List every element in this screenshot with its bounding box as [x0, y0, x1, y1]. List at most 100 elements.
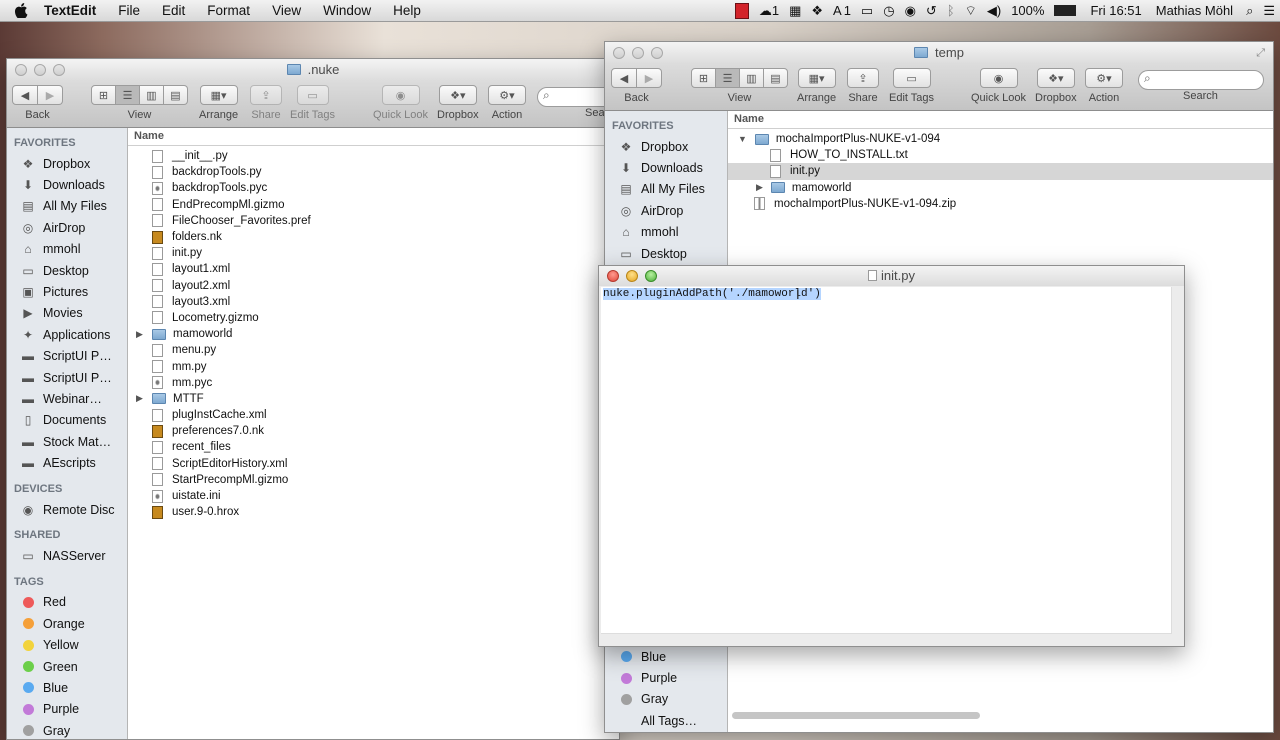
list-item[interactable]: mm.pyc — [128, 375, 619, 391]
list-item-selected[interactable]: init.py — [728, 163, 1273, 180]
zoom-button[interactable] — [53, 64, 65, 76]
share-button[interactable]: ⇪ — [250, 85, 282, 105]
list-item[interactable]: preferences7.0.nk — [128, 423, 619, 439]
notification-center-icon[interactable]: ☰ — [1263, 3, 1275, 19]
list-item[interactable]: mm.py — [128, 358, 619, 374]
battery-icon[interactable] — [1054, 5, 1077, 16]
sidebar-item[interactable]: ▤ All My Files — [605, 179, 727, 200]
sidebar-item[interactable]: ▬ AEscripts — [7, 452, 127, 473]
sidebar-item[interactable]: ▯ Documents — [7, 410, 127, 431]
window-titlebar[interactable]: .nuke — [7, 59, 619, 81]
list-item[interactable]: ▶ mamoworld — [728, 180, 1273, 196]
eye-icon[interactable]: ◉ — [905, 3, 916, 19]
icon-view-button[interactable]: ⊞ — [691, 68, 716, 88]
sidebar-item[interactable]: ▭ Desktop — [605, 243, 727, 264]
dropbox-toolbar-button[interactable]: ❖▾ — [1036, 68, 1075, 88]
sidebar-item[interactable]: ▬ Webinar… — [7, 388, 127, 409]
edit-tags-button[interactable]: ▭ — [892, 68, 931, 88]
grid-icon[interactable]: ▦ — [789, 3, 801, 19]
sidebar-item[interactable]: ⬇ Downloads — [7, 174, 127, 195]
battery-percent[interactable]: 100% — [1011, 3, 1044, 18]
screen-icon[interactable]: ▭ — [861, 3, 873, 19]
spotlight-icon[interactable]: ⌕ — [1246, 3, 1253, 19]
list-item[interactable]: layout1.xml — [128, 261, 619, 277]
coverflow-view-button[interactable]: ▤ — [764, 68, 788, 88]
sidebar-item[interactable]: ❖ Dropbox — [605, 136, 727, 157]
forward-button[interactable]: ▶ — [38, 85, 63, 105]
user-name[interactable]: Mathias Möhl — [1156, 3, 1233, 18]
name-column-header[interactable]: Name — [128, 128, 619, 146]
share-button[interactable]: ⇪ — [847, 68, 879, 88]
list-item[interactable]: recent_files — [128, 439, 619, 455]
sidebar-item[interactable]: ✦ Applications — [7, 324, 127, 345]
list-view-button[interactable]: ☰ — [716, 68, 740, 88]
search-field[interactable]: ⌕ — [1138, 70, 1264, 90]
minimize-button[interactable] — [626, 270, 638, 282]
sidebar-item[interactable]: ▬ ScriptUI P… — [7, 367, 127, 388]
list-item[interactable]: EndPrecompMl.gizmo — [128, 197, 619, 213]
sidebar-item[interactable]: ▭ NASServer — [7, 545, 127, 566]
menu-window[interactable]: Window — [323, 3, 371, 18]
zoom-button[interactable] — [645, 270, 657, 282]
back-button[interactable]: ◀ — [611, 68, 637, 88]
list-item[interactable]: FileChooser_Favorites.pref — [128, 213, 619, 229]
sidebar-item[interactable]: ◎ AirDrop — [7, 217, 127, 238]
list-item[interactable]: ▼ mochaImportPlus-NUKE-v1-094 — [728, 131, 1273, 147]
column-view-button[interactable]: ▥ — [140, 85, 164, 105]
list-item[interactable]: mochaImportPlus-NUKE-v1-094.zip — [728, 196, 1273, 212]
column-view-button[interactable]: ▥ — [740, 68, 764, 88]
disclosure-triangle-icon[interactable]: ▶ — [136, 393, 143, 404]
dropbox-toolbar-button[interactable]: ❖▾ — [438, 85, 477, 105]
list-item[interactable]: HOW_TO_INSTALL.txt — [728, 147, 1273, 163]
list-item[interactable]: Locometry.gizmo — [128, 310, 619, 326]
back-button[interactable]: ◀ — [12, 85, 38, 105]
close-button[interactable] — [607, 270, 619, 282]
clock-status-icon[interactable]: ◷ — [883, 3, 894, 19]
sidebar-item[interactable]: ◎ AirDrop — [605, 200, 727, 221]
list-item[interactable]: __init__.py — [128, 148, 619, 164]
adobe-icon[interactable]: A1 — [833, 3, 851, 18]
zoom-button[interactable] — [651, 47, 663, 59]
quick-look-button[interactable]: ◉ — [381, 85, 420, 105]
menu-edit[interactable]: Edit — [162, 3, 185, 18]
sidebar-item[interactable]: ⌂ mmohl — [7, 239, 127, 260]
sidebar-item[interactable]: ◉ Remote Disc — [7, 499, 127, 520]
sidebar-item[interactable]: All Tags… — [605, 710, 727, 731]
name-column-header[interactable]: Name — [728, 111, 1273, 129]
text-area[interactable]: nuke.pluginAddPath('./mamoworld') I — [601, 287, 1172, 634]
quick-look-button[interactable]: ◉ — [979, 68, 1018, 88]
list-item[interactable]: uistate.ini — [128, 488, 619, 504]
sidebar-item[interactable]: ▭ Desktop — [7, 260, 127, 281]
sidebar-item[interactable]: Green — [7, 656, 127, 677]
sidebar-item[interactable]: Red — [7, 592, 127, 613]
arrange-button[interactable]: ▦▾ — [199, 85, 238, 105]
sidebar-item[interactable]: Blue — [605, 646, 727, 667]
disclosure-triangle-open-icon[interactable]: ▼ — [738, 134, 747, 144]
window-titlebar[interactable]: init.py — [599, 266, 1184, 286]
sidebar-item[interactable]: Yellow — [7, 634, 127, 655]
sidebar-item[interactable]: Blue — [7, 677, 127, 698]
menu-view[interactable]: View — [272, 3, 301, 18]
coverflow-view-button[interactable]: ▤ — [164, 85, 188, 105]
list-view-button[interactable]: ☰ — [116, 85, 140, 105]
bluetooth-icon[interactable]: ᛒ — [947, 3, 955, 18]
fullscreen-icon[interactable]: ⤢ — [1256, 42, 1265, 64]
wifi-icon[interactable]: ⌔ — [965, 3, 977, 19]
list-item[interactable]: init.py — [128, 245, 619, 261]
list-item[interactable]: menu.py — [128, 342, 619, 358]
arrange-button[interactable]: ▦▾ — [797, 68, 836, 88]
list-item[interactable]: ▶ mamoworld — [128, 326, 619, 342]
horizontal-scrollbar[interactable] — [732, 712, 980, 719]
list-item[interactable]: backdropTools.py — [128, 164, 619, 180]
minimize-button[interactable] — [34, 64, 46, 76]
list-item[interactable]: backdropTools.pyc — [128, 180, 619, 196]
list-item[interactable]: ScriptEditorHistory.xml — [128, 456, 619, 472]
clock[interactable]: Fri 16:51 — [1090, 3, 1141, 18]
sidebar-item[interactable]: Orange — [7, 613, 127, 634]
menu-format[interactable]: Format — [207, 3, 250, 18]
action-button[interactable]: ⚙▾ — [488, 85, 526, 105]
list-item[interactable]: layout2.xml — [128, 278, 619, 294]
list-item[interactable]: folders.nk — [128, 229, 619, 245]
sidebar-item[interactable]: Purple — [605, 667, 727, 688]
sidebar-item[interactable]: ▬ ScriptUI P… — [7, 346, 127, 367]
